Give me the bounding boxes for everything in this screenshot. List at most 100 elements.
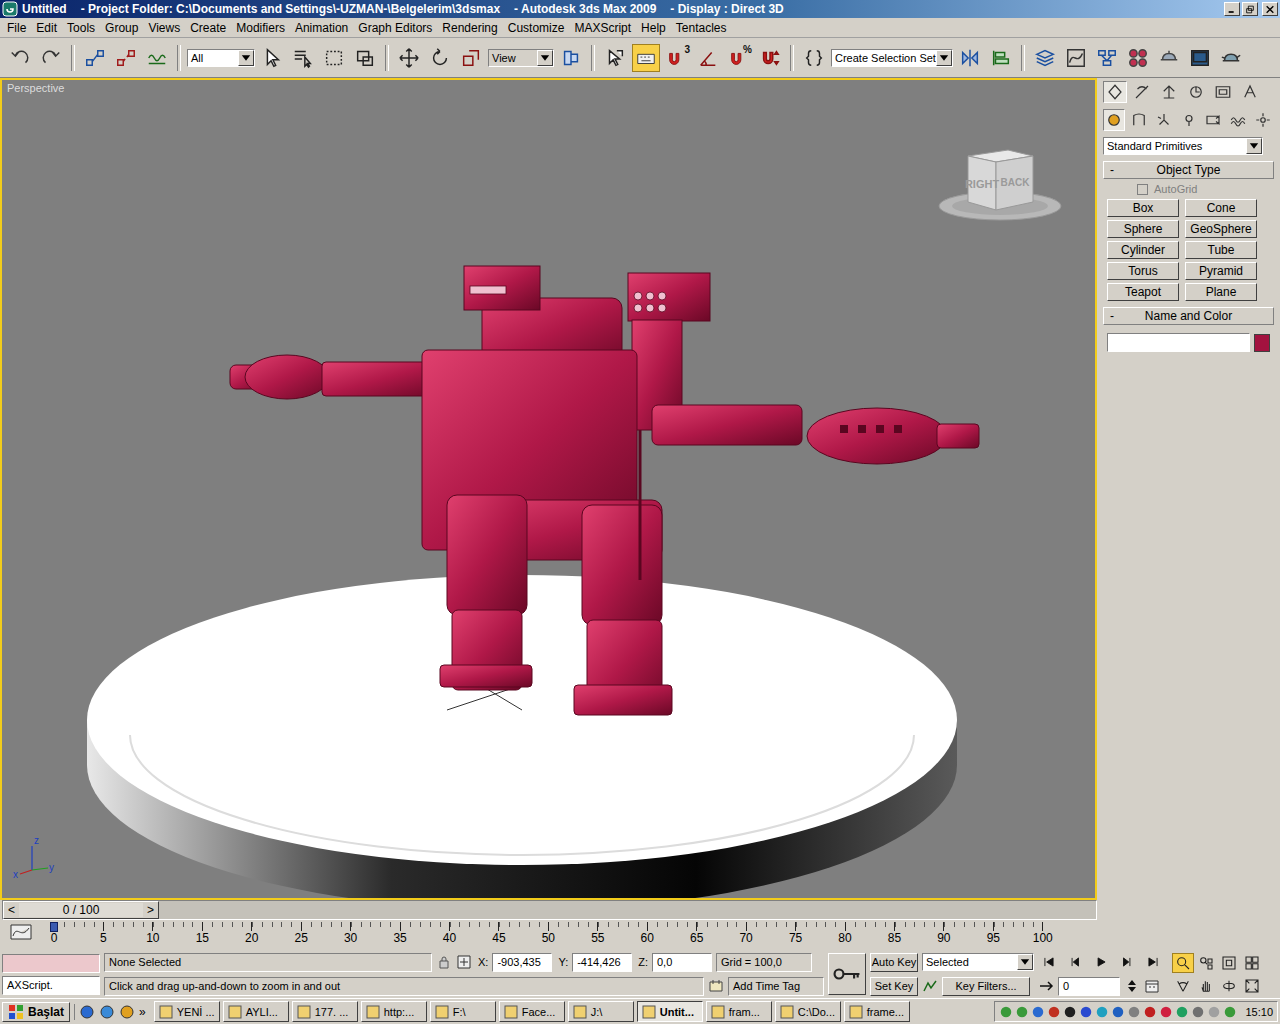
- navigation-tool[interactable]: [1218, 953, 1240, 973]
- command-panel-tab[interactable]: [1130, 81, 1154, 103]
- tray-icon[interactable]: [1127, 1005, 1141, 1019]
- y-coordinate-field[interactable]: -414,426: [572, 953, 632, 972]
- time-slider-track[interactable]: < 0 / 100 >: [2, 900, 1097, 920]
- tray-icon[interactable]: [1095, 1005, 1109, 1019]
- minimize-button[interactable]: [1224, 2, 1240, 16]
- taskbar-button[interactable]: Face...: [499, 1001, 565, 1022]
- tray-icon[interactable]: [1047, 1005, 1061, 1019]
- current-frame-field[interactable]: 0: [1058, 977, 1120, 996]
- material-editor-button[interactable]: [1124, 44, 1152, 72]
- next-frame-button[interactable]: >: [143, 903, 158, 917]
- menu-item[interactable]: Modifiers: [231, 21, 290, 35]
- set-key-text-button[interactable]: Set Key: [870, 977, 918, 996]
- category-dropdown[interactable]: Standard Primitives: [1103, 137, 1263, 155]
- previous-frame-button[interactable]: <: [4, 903, 19, 917]
- tray-icon[interactable]: [1063, 1005, 1077, 1019]
- taskbar-button[interactable]: frame...: [844, 1001, 910, 1022]
- primitive-button[interactable]: Cone: [1185, 199, 1257, 217]
- menu-item[interactable]: Create: [185, 21, 231, 35]
- primitive-button[interactable]: Plane: [1185, 283, 1257, 301]
- named-selection-button[interactable]: [800, 44, 828, 72]
- robot-model[interactable]: [230, 266, 979, 715]
- selection-set-dropdown[interactable]: Create Selection Set: [831, 49, 953, 67]
- spinner-snap-button[interactable]: [756, 44, 784, 72]
- unlink-button[interactable]: [112, 44, 140, 72]
- layer-manager-button[interactable]: [1031, 44, 1059, 72]
- tray-icon[interactable]: [1015, 1005, 1029, 1019]
- rendered-frame-button[interactable]: [1186, 44, 1214, 72]
- taskbar-button[interactable]: F:\: [430, 1001, 496, 1022]
- z-coordinate-field[interactable]: 0,0: [652, 953, 712, 972]
- rotate-button[interactable]: [426, 44, 454, 72]
- navigation-tool[interactable]: [1172, 976, 1194, 996]
- maxscript-input[interactable]: [2, 954, 100, 973]
- curve-editor-button[interactable]: [1062, 44, 1090, 72]
- menu-item[interactable]: Animation: [290, 21, 353, 35]
- tray-icon[interactable]: [1111, 1005, 1125, 1019]
- menu-item[interactable]: Rendering: [437, 21, 502, 35]
- create-category[interactable]: [1202, 109, 1224, 131]
- rollout-header[interactable]: - Object Type: [1103, 161, 1274, 179]
- track-bar-ruler[interactable]: 0510152025303540455055606570758085909510…: [44, 922, 1053, 945]
- menu-item[interactable]: Customize: [503, 21, 570, 35]
- tray-icon[interactable]: [1191, 1005, 1205, 1019]
- tray-icon[interactable]: [1079, 1005, 1093, 1019]
- navigation-tool[interactable]: [1241, 953, 1263, 973]
- mini-curve-editor-button[interactable]: [9, 922, 35, 942]
- menu-item[interactable]: Tools: [62, 21, 100, 35]
- menu-item[interactable]: Help: [636, 21, 671, 35]
- create-category[interactable]: [1153, 109, 1175, 131]
- snaps-toggle-button[interactable]: 3: [663, 44, 691, 72]
- primitive-button[interactable]: Torus: [1107, 262, 1179, 280]
- render-setup-button[interactable]: [1155, 44, 1183, 72]
- move-button[interactable]: [395, 44, 423, 72]
- select-by-name-button[interactable]: [289, 44, 317, 72]
- pivot-button[interactable]: [557, 44, 585, 72]
- tray-icon[interactable]: [1159, 1005, 1173, 1019]
- viewport-label[interactable]: Perspective: [7, 82, 64, 94]
- close-button[interactable]: [1262, 2, 1278, 16]
- angle-snap-button[interactable]: [694, 44, 722, 72]
- primitive-button[interactable]: Sphere: [1107, 220, 1179, 238]
- playback-button[interactable]: [1090, 952, 1112, 972]
- rollout-header[interactable]: - Name and Color: [1103, 307, 1274, 325]
- tray-icon[interactable]: [1031, 1005, 1045, 1019]
- bind-spacewarp-button[interactable]: [143, 44, 171, 72]
- command-panel-tab[interactable]: [1103, 81, 1127, 103]
- x-coordinate-field[interactable]: -903,435: [492, 953, 552, 972]
- command-panel-tab[interactable]: [1157, 81, 1181, 103]
- manipulate-button[interactable]: [601, 44, 629, 72]
- navigation-tool[interactable]: [1218, 976, 1240, 996]
- tray-icon[interactable]: [1143, 1005, 1157, 1019]
- primitive-button[interactable]: GeoSphere: [1185, 220, 1257, 238]
- navigation-tool[interactable]: [1195, 953, 1217, 973]
- restore-button[interactable]: [1242, 2, 1258, 16]
- key-mode-dropdown[interactable]: Selected: [922, 953, 1034, 971]
- mirror-button[interactable]: [956, 44, 984, 72]
- menu-item[interactable]: Group: [100, 21, 143, 35]
- create-category[interactable]: [1252, 109, 1274, 131]
- playback-button[interactable]: [1116, 952, 1138, 972]
- tray-icon[interactable]: [1175, 1005, 1189, 1019]
- navigation-tool[interactable]: [1172, 953, 1194, 973]
- create-category[interactable]: [1178, 109, 1200, 131]
- viewcube[interactable]: RIGHTBACK: [938, 144, 1068, 226]
- menu-item[interactable]: MAXScript: [569, 21, 636, 35]
- command-panel-tab[interactable]: [1238, 81, 1262, 103]
- time-tag-icon[interactable]: [708, 978, 724, 994]
- navigation-tool[interactable]: [1195, 976, 1217, 996]
- create-category[interactable]: [1227, 109, 1249, 131]
- lock-icon[interactable]: [436, 954, 452, 970]
- primitive-button[interactable]: Tube: [1185, 241, 1257, 259]
- primitive-button[interactable]: Box: [1107, 199, 1179, 217]
- quick-launch-icon[interactable]: [79, 1004, 95, 1020]
- taskbar-button[interactable]: YENİ ...: [154, 1001, 220, 1022]
- taskbar-button[interactable]: fram...: [706, 1001, 772, 1022]
- object-name-field[interactable]: [1107, 333, 1250, 352]
- taskbar-button[interactable]: http:...: [361, 1001, 427, 1022]
- tray-icon[interactable]: [999, 1005, 1013, 1019]
- shortcut-override-button[interactable]: [632, 44, 660, 72]
- link-button[interactable]: [81, 44, 109, 72]
- playback-button[interactable]: [1064, 952, 1086, 972]
- set-key-button[interactable]: [828, 953, 866, 995]
